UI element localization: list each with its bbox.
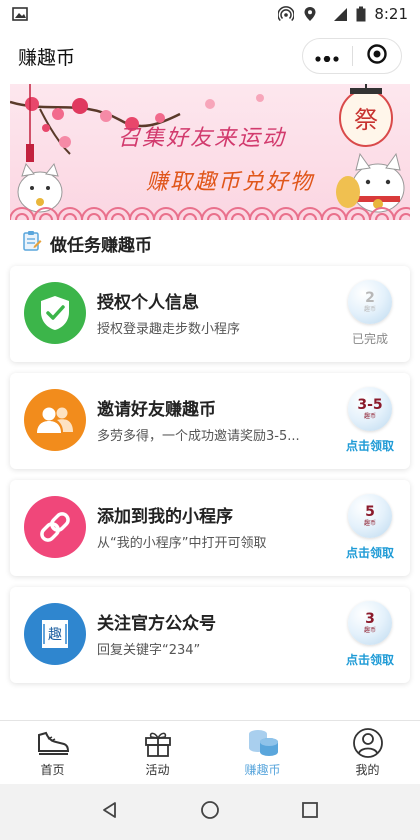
recents-button[interactable]: [290, 792, 330, 832]
banner-headline: 召集好友来运动: [118, 126, 287, 151]
reward-unit: 趣币: [363, 305, 376, 313]
reward-amount: 3-5: [357, 396, 383, 413]
system-nav-bar: [0, 784, 420, 840]
reward-unit: 趣币: [363, 519, 376, 527]
battery-icon: [356, 6, 366, 22]
tab-profile[interactable]: 我的: [315, 721, 420, 784]
svg-text:趣: 趣: [48, 627, 62, 643]
official-account-logo-icon: 趣: [24, 603, 86, 665]
reward-badge[interactable]: 3 趣币 点击领取: [344, 601, 396, 668]
task-title: 授权个人信息: [97, 293, 199, 313]
tab-home[interactable]: 首页: [0, 721, 105, 784]
task-card-invite[interactable]: 邀请好友赚趣币 多劳多得，一个成功邀请奖励3-5... 3-5 趣币 点击领取: [10, 373, 410, 469]
tab-label: 活动: [145, 763, 170, 777]
section-header: 做任务赚趣币: [22, 226, 152, 260]
section-title: 做任务赚趣币: [50, 235, 152, 256]
reward-amount: 3: [365, 610, 375, 627]
more-button[interactable]: [303, 39, 352, 73]
task-description: 授权登录趣走步数小程序: [97, 322, 241, 337]
task-clipboard-icon: [22, 230, 42, 256]
task-description: 回复关键字“234”: [97, 643, 201, 658]
task-title: 邀请好友赚趣币: [97, 400, 216, 420]
back-button[interactable]: [90, 792, 130, 832]
link-icon: [24, 496, 86, 558]
reward-badge[interactable]: 3-5 趣币 点击领取: [344, 387, 396, 454]
tab-label: 我的: [355, 763, 380, 777]
users-icon: [24, 389, 86, 451]
coins-icon: [245, 727, 281, 759]
close-miniprogram-button[interactable]: [352, 39, 401, 73]
task-card-add-miniprogram[interactable]: 添加到我的小程序 从“我的小程序”中打开可领取 5 趣币 点击领取: [10, 480, 410, 576]
claim-button[interactable]: 点击领取: [344, 437, 396, 454]
task-title: 关注官方公众号: [97, 614, 216, 634]
recents-square-icon: [301, 801, 319, 823]
profile-icon: [350, 727, 386, 759]
location-icon: [302, 6, 318, 22]
banner-artwork: 祭: [10, 84, 410, 220]
completed-status: 已完成: [351, 332, 388, 346]
reward-badge[interactable]: 5 趣币 点击领取: [344, 494, 396, 561]
tab-label: 赚趣币: [244, 763, 281, 777]
lte-signal-icon: [326, 6, 348, 22]
tab-earn-coins[interactable]: 赚趣币: [210, 721, 315, 784]
shield-check-icon: [24, 282, 86, 344]
task-card-follow-account[interactable]: 趣 关注官方公众号 回复关键字“234” 3 趣币 点击领取: [10, 587, 410, 683]
claim-button[interactable]: 点击领取: [344, 651, 396, 668]
task-description: 多劳多得，一个成功邀请奖励3-5...: [97, 429, 300, 444]
banner-subheadline: 赚取趣币兑好物: [146, 170, 315, 195]
status-bar: 8:21: [0, 0, 420, 28]
more-dots-icon: [315, 47, 339, 66]
tab-activity[interactable]: 活动: [105, 721, 210, 784]
task-description: 从“我的小程序”中打开可领取: [97, 536, 267, 551]
task-title: 添加到我的小程序: [97, 507, 233, 527]
claim-button[interactable]: 点击领取: [344, 544, 396, 561]
coin-icon: 3 趣币: [348, 601, 392, 645]
tab-label: 首页: [40, 763, 65, 777]
home-button[interactable]: [190, 792, 230, 832]
task-card-authorize[interactable]: 授权个人信息 授权登录趣走步数小程序 2 趣币 已完成: [10, 266, 410, 362]
gallery-notification-icon: [12, 6, 28, 22]
target-close-icon: [366, 43, 388, 69]
clock-time: 8:21: [374, 5, 408, 23]
reward-badge: 2 趣币 已完成: [344, 280, 396, 347]
hotspot-icon: [278, 6, 295, 22]
reward-amount: 5: [365, 503, 375, 520]
reward-amount: 2: [365, 289, 375, 306]
shoe-icon: [35, 727, 71, 759]
app-header: 赚趣币: [0, 28, 420, 84]
reward-unit: 趣币: [363, 412, 376, 420]
lantern-char: 祭: [354, 106, 378, 134]
home-circle-icon: [200, 800, 220, 824]
miniprogram-capsule: [302, 38, 402, 74]
promo-banner[interactable]: 祭 召集好友来运动 赚取趣币兑好物: [10, 84, 410, 220]
back-triangle-icon: [101, 801, 119, 823]
page-title: 赚趣币: [18, 46, 76, 69]
coin-icon: 3-5 趣币: [348, 387, 392, 431]
bottom-tab-bar: 首页 活动 赚趣币 我的: [0, 720, 420, 784]
coin-icon: 5 趣币: [348, 494, 392, 538]
reward-unit: 趣币: [363, 626, 376, 634]
gift-icon: [140, 727, 176, 759]
coin-icon: 2 趣币: [348, 280, 392, 324]
